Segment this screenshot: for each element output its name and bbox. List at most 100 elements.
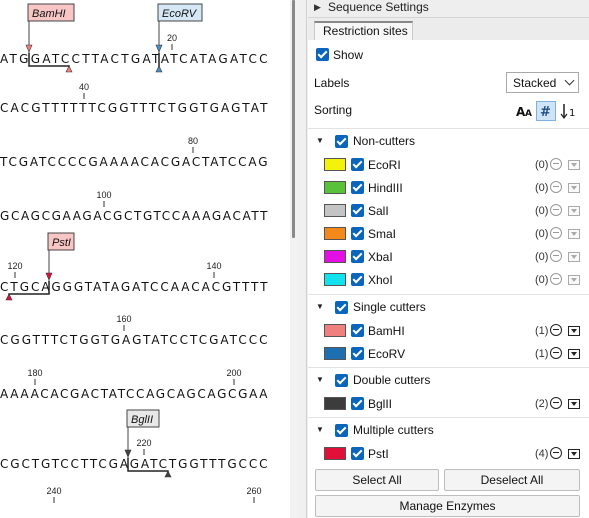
section-title: Sequence Settings [328,0,429,14]
enzyme-name: EcoRV [368,347,406,361]
navigate-arrow-icon[interactable] [550,324,562,336]
enzyme-color-swatch[interactable] [324,204,346,217]
cut-marker-bottom [155,65,163,73]
enzyme-name: HindIII [368,181,403,195]
enzyme-checkbox[interactable] [351,158,364,171]
enzyme-color-swatch[interactable] [324,227,346,240]
deselect-all-button[interactable]: Deselect All [444,469,580,491]
position-tick-label: 180 [27,368,42,378]
cut-marker-top [155,44,163,53]
cut-marker-top [45,272,53,281]
site-label[interactable]: PstI [52,237,71,249]
category-divider [308,128,589,129]
sequence-view[interactable]: ATGGATCCTTACTGATATCATAGATCC 20 CACGTTTTTTC… [0,0,290,518]
tab-bar: Restriction sites [308,18,589,40]
sequence-line[interactable]: CTGCAGGGTATAGATCCAACACGTTTT [0,280,268,294]
position-tick-label: 220 [136,438,151,448]
enzyme-color-swatch[interactable] [324,273,346,286]
category-title: Double cutters [353,373,431,387]
labels-label: Labels [314,76,350,90]
category-title: Multiple cutters [353,423,434,437]
tab-restriction-sites[interactable]: Restriction sites [314,21,413,40]
site-label[interactable]: BamHI [32,8,66,20]
enzyme-menu-dropdown-icon[interactable] [568,449,580,459]
enzyme-name: BglII [368,397,393,411]
expand-arrow-icon[interactable]: ▼ [316,425,324,434]
select-all-button[interactable]: Select All [315,469,439,491]
sequence-line[interactable]: TCGATCCCCGAAAACACGACTATCCAG [0,155,268,169]
show-checkbox[interactable] [316,48,329,61]
enzyme-menu-dropdown-icon[interactable] [568,399,580,409]
site-label[interactable]: EcoRV [162,8,198,20]
enzyme-checkbox[interactable] [351,324,364,337]
category-divider [308,294,589,295]
enzyme-checkbox[interactable] [351,181,364,194]
category-checkbox[interactable] [335,424,348,437]
svg-text:A: A [525,109,532,119]
enzyme-checkbox[interactable] [351,250,364,263]
sequence-line[interactable]: AAAACACGACTATCCAGCAGCAGCGAA [0,387,268,401]
enzyme-color-swatch[interactable] [324,397,346,410]
enzyme-color-swatch[interactable] [324,347,346,360]
sequence-line[interactable]: CACGTTTTTTCGGTTTCTGGTGAGTAT [0,101,268,115]
category-checkbox[interactable] [335,374,348,387]
sort-alphabetical-icon[interactable]: A A [515,101,533,121]
enzyme-name: PstI [368,447,389,461]
expand-arrow-icon[interactable]: ▼ [316,375,324,384]
enzyme-name: XbaI [368,250,393,264]
sort-by-position-icon[interactable]: 1 [559,101,579,121]
navigate-arrow-icon[interactable] [550,447,562,459]
sequence-scrollbar[interactable] [290,0,298,518]
enzyme-name: SalI [368,204,389,218]
scrollbar-thumb[interactable] [292,0,295,238]
enzyme-color-swatch[interactable] [324,447,346,460]
expand-arrow-icon[interactable]: ▼ [316,136,324,145]
position-tick-label: 260 [246,486,261,496]
navigate-arrow-icon[interactable] [550,347,562,359]
sequence-line[interactable]: CGGTTTCTGGTGAGTATCCTCGATCCC [0,333,268,347]
enzyme-checkbox[interactable] [351,347,364,360]
enzyme-checkbox[interactable] [351,447,364,460]
enzyme-color-swatch[interactable] [324,324,346,337]
enzyme-menu-dropdown-icon [568,206,580,216]
enzyme-checkbox[interactable] [351,227,364,240]
sequence-line[interactable]: GCAGCGAAGACGCTGTCCAAAGACATT [0,209,268,223]
enzyme-menu-dropdown-icon [568,160,580,170]
collapse-arrow-icon[interactable]: ▶ [314,2,321,13]
category-checkbox[interactable] [335,301,348,314]
enzyme-name: BamHI [368,324,405,338]
sequence-line[interactable]: ATGGATCCTTACTGATATCATAGATCC [0,52,268,66]
enzyme-name: EcoRI [368,158,401,172]
position-tick-label: 120 [7,261,22,271]
navigate-arrow-icon [550,273,562,285]
show-label: Show [333,48,364,62]
enzyme-color-swatch[interactable] [324,250,346,263]
sort-by-count-icon[interactable]: # [536,101,556,121]
sorting-label: Sorting [314,103,353,117]
sequence-line[interactable]: CGCTGTCCTTCGAGATCTGGTTTGCCC [0,457,268,471]
chevron-down-icon [564,75,575,86]
enzyme-menu-dropdown-icon[interactable] [568,349,580,359]
category-checkbox[interactable] [335,135,348,148]
sequence-canvas[interactable]: ATGGATCCTTACTGATATCATAGATCC 20 CACGTTTTTTC… [0,0,290,518]
show-row: Show [308,46,589,66]
sequence-settings-header[interactable]: ▶ Sequence Settings [308,0,589,18]
enzyme-checkbox[interactable] [351,397,364,410]
manage-enzymes-button[interactable]: Manage Enzymes [315,495,580,517]
position-tick-label: 160 [116,314,131,324]
position-tick-label: 140 [206,261,221,271]
enzyme-checkbox[interactable] [351,273,364,286]
expand-arrow-icon[interactable]: ▼ [316,302,324,311]
labels-select[interactable]: Stacked [506,72,579,93]
enzyme-color-swatch[interactable] [324,158,346,171]
category-title: Single cutters [353,300,426,314]
enzyme-menu-dropdown-icon [568,252,580,262]
enzyme-cut-count: (1) [535,325,549,337]
enzyme-menu-dropdown-icon[interactable] [568,326,580,336]
site-label[interactable]: BglII [131,414,153,426]
navigate-arrow-icon[interactable] [550,397,562,409]
enzyme-color-swatch[interactable] [324,181,346,194]
cut-marker-top [25,44,33,53]
enzyme-checkbox[interactable] [351,204,364,217]
side-panel: ▶ Sequence Settings Restriction sites Sh… [308,0,589,518]
